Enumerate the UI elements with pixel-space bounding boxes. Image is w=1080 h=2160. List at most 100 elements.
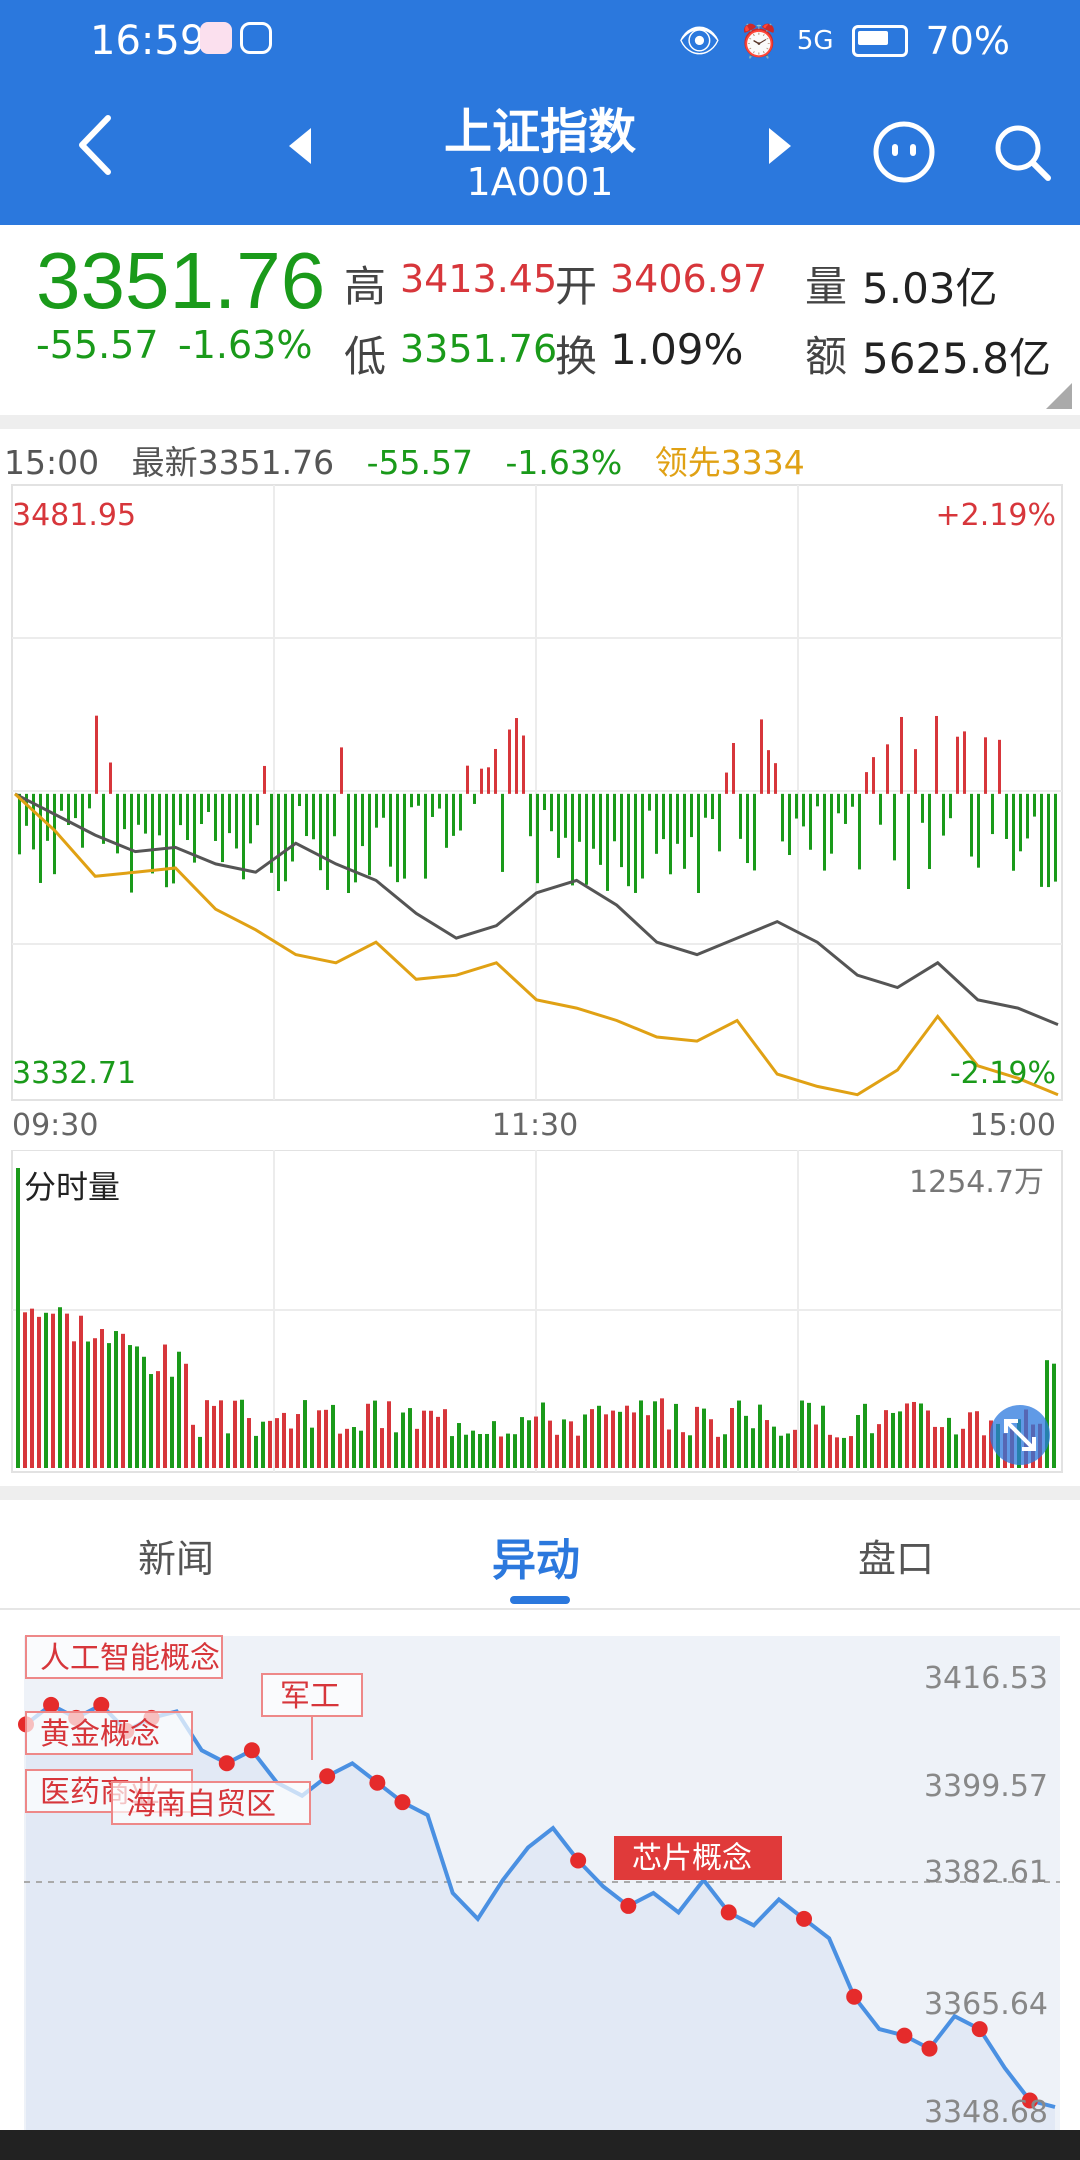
volume-bar [884,1410,888,1468]
event-dot [896,2027,913,2044]
volume-bar [562,1419,566,1468]
volume-bar [667,1429,671,1468]
volume-bar [366,1403,370,1468]
momentum-bar [53,793,56,875]
quote-panel: 3351.76 -55.57 -1.63% 高 3413.45 开 3406.9… [0,225,1080,415]
tab-bar: 新闻 异动 盘口 [0,1500,1080,1610]
momentum-bar [641,793,644,879]
momentum-bar [501,793,504,872]
annotation-chip[interactable]: 芯片概念 [614,1836,782,1880]
volume-bar [478,1434,482,1468]
volume-bar [541,1402,545,1468]
momentum-bar [732,742,735,794]
volume-bar [450,1436,454,1468]
search-icon[interactable] [990,120,1054,184]
last-price: 3351.76 [36,236,326,325]
tab-news[interactable]: 新闻 [138,1528,214,1583]
volume-bar [282,1412,286,1468]
momentum-bar [410,793,413,808]
volume-bar [919,1403,923,1468]
volume-bar [618,1411,622,1468]
next-icon[interactable] [765,126,795,166]
event-dot [243,1742,260,1759]
volume-bar [933,1426,937,1468]
annotation-gold[interactable]: 黄金概念 [25,1711,193,1755]
volume-bar [247,1418,251,1468]
volume-bar [947,1417,951,1468]
momentum-bar [249,793,252,844]
momentum-bar [851,793,854,807]
status-time: 16:59 [90,18,206,64]
volume-bar [744,1415,748,1468]
momentum-bar [690,793,693,838]
eye-icon: 👁 [677,21,721,61]
momentum-bar [599,793,602,865]
momentum-bar [900,716,903,794]
momentum-bar [809,793,812,850]
tab-moves[interactable]: 异动 [492,1524,580,1588]
volume-bar [128,1345,132,1468]
svg-text:军工: 军工 [280,1679,340,1714]
moves-chart[interactable]: 3416.53 3399.57 3382.61 3365.64 3348.68 … [0,1610,1080,2130]
momentum-bar [1012,793,1015,871]
momentum-bar [970,793,973,857]
volume-bar [765,1420,769,1468]
momentum-bar [893,793,896,861]
tab-order-book[interactable]: 盘口 [858,1528,934,1583]
volume-bar [443,1409,447,1468]
momentum-bar [382,793,385,818]
volume-bar [331,1404,335,1468]
momentum-bar [452,793,455,836]
x-label-close: 15:00 [970,1108,1056,1143]
volume-bar [842,1437,846,1468]
momentum-bar [445,793,448,848]
momentum-bar [613,793,616,842]
volume-bar [65,1313,69,1468]
svg-text:海南自贸区: 海南自贸区 [126,1787,276,1822]
momentum-bar [60,793,63,811]
volume-bar [268,1420,272,1468]
annotation-ai[interactable]: 人工智能概念 [25,1635,223,1679]
volume-bar [387,1401,391,1468]
app-notification-icon [200,22,232,54]
momentum-bar [151,793,154,874]
momentum-bar [389,793,392,867]
momentum-bar [466,765,469,794]
expand-corner-icon[interactable] [1046,383,1072,409]
momentum-bar [725,772,728,794]
turnover-value: 1.09% [610,325,744,374]
momentum-bar [571,793,574,886]
momentum-bar [165,793,168,888]
chat-bot-icon[interactable] [872,120,936,184]
volume-bar [324,1409,328,1468]
volume-bar [100,1329,104,1468]
momentum-bar [1040,793,1043,887]
fullscreen-icon[interactable] [990,1405,1050,1465]
high-value: 3413.45 [400,257,558,301]
momentum-bar [494,748,497,794]
volume-bar [821,1405,825,1468]
momentum-bar [942,793,945,836]
volume-bar [520,1417,524,1468]
intraday-price-chart[interactable]: 3481.95 +2.19% 3332.71 -2.19% 09:30 11:3… [0,480,1080,1150]
volume-bar [44,1312,48,1468]
volume-bar [646,1415,650,1468]
volume-bar [632,1412,636,1468]
momentum-bar [977,793,980,868]
volume-bar [51,1313,55,1468]
volume-bar [891,1412,895,1468]
volume-bar [212,1405,216,1468]
volume-chart[interactable]: 分时量 1254.7万 [0,1150,1080,1480]
volume-bar [317,1410,321,1468]
momentum-bar [109,762,112,794]
volume-bar [338,1433,342,1468]
momentum-bar [144,793,147,834]
annotation-hainan[interactable]: 海南自贸区 [111,1781,311,1825]
volume-bar [373,1400,377,1468]
status-bar: 16:59 👁 ⏰ 5G 70% [0,0,1080,80]
momentum-bar [816,793,819,807]
momentum-bar [648,793,651,811]
momentum-bar [200,793,203,825]
low-value: 3351.76 [400,327,558,371]
volume-bar [569,1421,573,1468]
